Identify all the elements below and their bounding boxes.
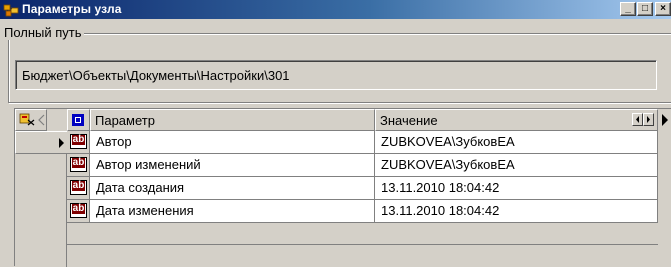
text-field-icon-glyph: ab xyxy=(72,157,85,168)
text-field-icon: ab xyxy=(70,180,87,195)
type-cell[interactable]: ab xyxy=(67,154,90,177)
text-field-icon-glyph: ab xyxy=(72,180,85,191)
text-field-icon: ab xyxy=(70,157,87,172)
scroll-left-button[interactable] xyxy=(632,113,643,126)
value-column-header[interactable]: Значение xyxy=(375,109,658,131)
param-name-cell[interactable]: Дата создания xyxy=(90,177,375,200)
full-path-label: Полный путь xyxy=(1,25,84,40)
table-row[interactable]: ab Дата создания 13.11.2010 18:04:42 xyxy=(15,177,658,200)
column-chooser-header[interactable] xyxy=(15,109,47,131)
grid-scroll-right-icon[interactable] xyxy=(660,113,670,127)
text-field-icon-glyph: ab xyxy=(72,134,85,145)
arrow-left-icon xyxy=(636,116,639,123)
param-name-cell[interactable]: Автор изменений xyxy=(90,154,375,177)
param-value-cell[interactable]: ZUBKOVEA\ЗубковЕА xyxy=(375,131,658,154)
text-field-icon: ab xyxy=(70,134,87,149)
type-cell[interactable]: ab xyxy=(67,177,90,200)
full-path-field[interactable]: Бюджет\Объекты\Документы\Настройки\301 xyxy=(15,60,657,90)
maximize-button[interactable]: □ xyxy=(637,2,653,16)
param-value-cell[interactable]: ZUBKOVEA\ЗубковЕА xyxy=(375,154,658,177)
text-field-icon-glyph: ab xyxy=(72,203,85,214)
table-row[interactable]: ab Автор изменений ZUBKOVEA\ЗубковЕА xyxy=(15,154,658,177)
text-field-icon: ab xyxy=(70,203,87,218)
type-column-header[interactable] xyxy=(67,109,90,131)
scroll-right-button[interactable] xyxy=(643,113,654,126)
param-value-cell[interactable]: 13.11.2010 18:04:42 xyxy=(375,177,658,200)
column-chooser-icon[interactable] xyxy=(19,113,35,127)
table-row[interactable]: ab Дата изменения 13.11.2010 18:04:42 xyxy=(15,200,658,223)
app-icon xyxy=(3,4,19,17)
checkbox-column-icon xyxy=(72,114,84,126)
param-name-cell[interactable]: Дата изменения xyxy=(90,200,375,223)
table-row[interactable]: ab Автор ZUBKOVEA\ЗубковЕА xyxy=(15,131,658,154)
chevron-left-icon xyxy=(38,114,45,126)
param-name-cell[interactable]: Автор xyxy=(90,131,375,154)
parameters-grid[interactable]: Параметр Значение ab Автор ZUBKOVEA\Зубков… xyxy=(14,108,671,267)
title-bar[interactable]: Параметры узла _ □ × xyxy=(0,0,671,19)
type-cell[interactable]: ab xyxy=(67,200,90,223)
minimize-button[interactable]: _ xyxy=(620,2,636,16)
param-value-cell[interactable]: 13.11.2010 18:04:42 xyxy=(375,200,658,223)
close-button[interactable]: × xyxy=(655,2,671,16)
param-column-header[interactable]: Параметр xyxy=(90,109,375,131)
arrow-right-icon xyxy=(647,116,650,123)
value-column-header-label: Значение xyxy=(380,113,438,128)
type-cell[interactable]: ab xyxy=(67,131,90,154)
window-title: Параметры узла xyxy=(22,2,122,16)
grid-empty-area xyxy=(67,223,658,245)
